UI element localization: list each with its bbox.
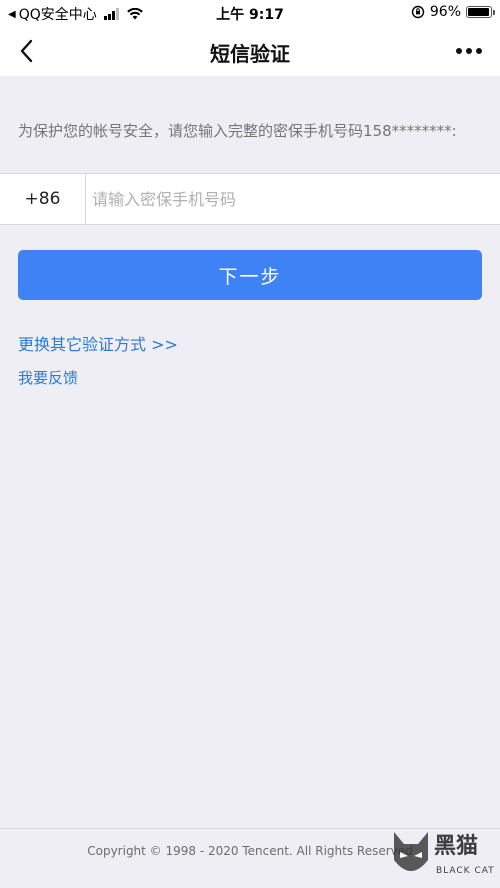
phone-number-input[interactable] [87,174,500,224]
black-cat-watermark: 黑猫 BLACK CAT [390,826,496,886]
feedback-link[interactable]: 我要反馈 [18,367,78,388]
page-title: 短信验证 [210,42,290,66]
next-step-button[interactable]: 下一步 [18,250,482,300]
phone-input-row: +86 [0,173,500,225]
country-code-selector[interactable]: +86 [0,174,86,224]
battery-icon [466,6,495,18]
cat-logo-icon [394,832,428,871]
screen: ◀ QQ安全中心 上午 9:17 96% 短信验证 为保护您的帐号安全，请您输入… [0,0,500,888]
orientation-lock-icon [411,5,425,19]
verification-prompt: 为保护您的帐号安全，请您输入完整的密保手机号码158********: [18,122,457,140]
watermark-brand: 黑猫 [434,834,479,859]
battery-fill [468,8,490,16]
nav-bar: 短信验证 [0,26,500,76]
status-right: 96% [411,4,495,20]
battery-percent: 96% [429,4,461,20]
alternate-verification-link[interactable]: 更换其它验证方式 >> [18,331,178,355]
status-bar: ◀ QQ安全中心 上午 9:17 96% [0,0,500,26]
watermark-brand-en: BLACK CAT [436,866,495,876]
more-options-icon[interactable] [456,42,486,60]
